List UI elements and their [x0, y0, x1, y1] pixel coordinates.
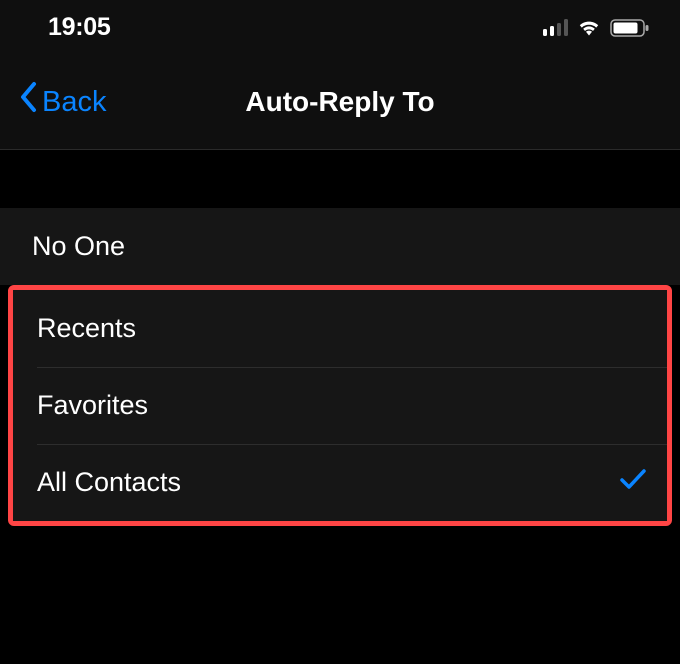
- checkmark-icon: [619, 467, 647, 498]
- option-label: No One: [32, 231, 125, 262]
- option-recents[interactable]: Recents: [13, 290, 667, 367]
- status-time: 19:05: [48, 13, 110, 42]
- option-no-one[interactable]: No One: [0, 208, 680, 285]
- option-favorites[interactable]: Favorites: [13, 367, 667, 444]
- option-label: All Contacts: [37, 467, 181, 498]
- chevron-left-icon: [18, 81, 38, 119]
- back-label: Back: [42, 86, 106, 119]
- back-button[interactable]: Back: [0, 83, 106, 121]
- spacer: [0, 150, 680, 208]
- navigation-bar: Back Auto-Reply To: [0, 55, 680, 150]
- option-all-contacts[interactable]: All Contacts: [13, 444, 667, 521]
- option-label: Favorites: [37, 390, 148, 421]
- highlighted-options: Recents Favorites All Contacts: [8, 285, 672, 526]
- option-label: Recents: [37, 313, 136, 344]
- cellular-signal-icon: [543, 19, 569, 36]
- wifi-icon: [576, 18, 602, 38]
- battery-icon: [610, 18, 650, 38]
- status-indicators: [543, 18, 651, 38]
- status-bar: 19:05: [0, 0, 680, 55]
